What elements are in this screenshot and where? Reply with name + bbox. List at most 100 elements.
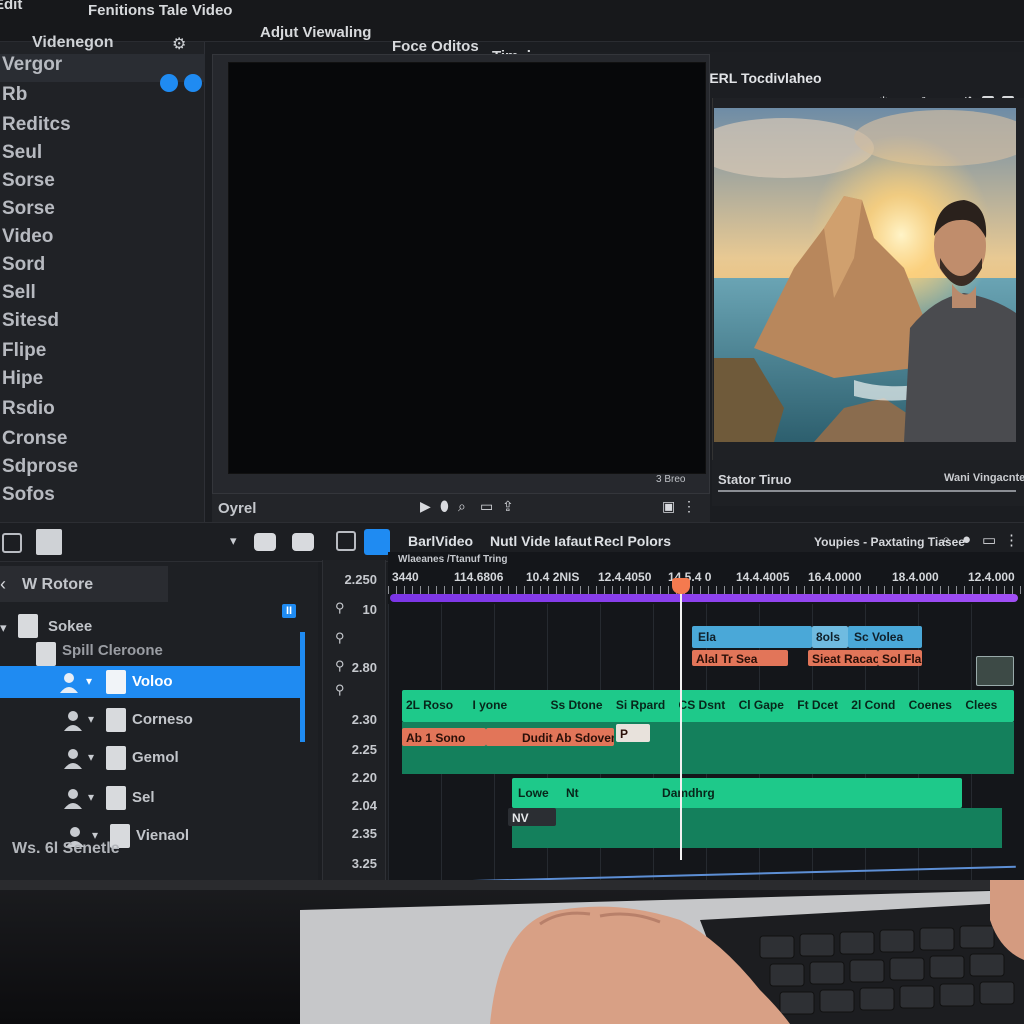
toolbar-label[interactable]: Nutl Vide Iafaut [490, 533, 592, 549]
library-item[interactable]: Sord [2, 254, 45, 276]
library-item[interactable]: Sorse [2, 170, 55, 192]
work-area-bar[interactable] [390, 594, 1018, 602]
audio-clip[interactable]: Alal Tr Sea [692, 650, 788, 666]
ruler-ticks[interactable] [388, 586, 1024, 594]
video-icon[interactable] [292, 533, 314, 551]
audio-clip[interactable]: Sieat Racao [808, 650, 878, 666]
settings-icon[interactable]: ▣ [662, 498, 675, 515]
track-headers: 2.250 10 ⚲ ⚲ 2.80 ⚲ ⚲ 2.30 2.25 2.20 2.0… [322, 560, 386, 880]
track-label: 2.35 [351, 826, 377, 841]
library-item[interactable]: Flipe [2, 340, 46, 362]
menu-project[interactable]: Fenitions Tale Video [88, 2, 232, 19]
status-dot-icon [160, 74, 178, 92]
tree-item-selected[interactable]: ▾ Voloo [0, 666, 305, 698]
video-clip[interactable]: Ela [692, 626, 812, 648]
playhead-line[interactable] [680, 582, 682, 860]
track-label: 2.80 [351, 660, 377, 675]
gear-icon[interactable]: ⚙ [172, 34, 186, 54]
tree-item[interactable]: ▾ Corneso [0, 704, 305, 736]
track-label: 2.25 [351, 742, 377, 757]
audio-clip[interactable]: Dudit Ab Sdoven [486, 728, 614, 746]
library-item[interactable]: Reditcs [2, 114, 71, 136]
file-icon [106, 708, 126, 732]
library-item[interactable]: Video [2, 226, 53, 248]
source-scrubber[interactable] [718, 490, 1016, 492]
crop-icon[interactable] [336, 531, 356, 551]
track-waveform[interactable] [512, 808, 1002, 848]
audio-clip[interactable]: Sol Flal [878, 650, 922, 666]
playhead-handle[interactable] [672, 578, 690, 594]
library-item[interactable]: Hipe [2, 368, 43, 390]
chevron-down-icon[interactable]: ▾ [88, 712, 94, 726]
library-item[interactable]: Sitesd [2, 310, 59, 332]
track-label: 10 [362, 602, 377, 617]
track-label: 2.04 [351, 798, 377, 813]
program-viewer[interactable] [228, 62, 706, 474]
user-icon [64, 711, 82, 731]
source-preview[interactable] [714, 108, 1016, 442]
play-icon[interactable]: ▶ [420, 498, 431, 515]
library-item[interactable]: Rb [2, 84, 27, 106]
thumbnail-clip[interactable] [976, 656, 1014, 686]
video-track-clip[interactable]: Lowe Nt Damdhrg [512, 778, 962, 808]
library-item[interactable]: Sdprose [2, 456, 78, 478]
audio-clip[interactable]: P [616, 724, 650, 742]
file-icon [106, 670, 126, 694]
track-label: 2.250 [344, 572, 377, 587]
document-icon[interactable] [36, 529, 62, 555]
record-icon[interactable]: ⬮ [440, 498, 449, 515]
user-icon [60, 673, 78, 693]
project-tree-panel: ‹ W Rotore II ▾ Sokee Spill Cleroone ▾ V… [0, 562, 318, 880]
video-track-clip[interactable]: 2L Roso I yone Ss Dtone Si Rpard CS Dsnt… [402, 690, 1014, 722]
library-item[interactable]: Vergor [2, 54, 62, 76]
program-footer-label: Oyrel [218, 500, 257, 517]
video-clip[interactable]: Sc Volea [848, 626, 922, 648]
frame-counter: 3 Breo [656, 474, 686, 485]
panel-icon[interactable] [2, 533, 22, 553]
source-right-label: Wani Vingacntel [944, 472, 1024, 484]
library-item[interactable]: Seul [2, 142, 42, 164]
tree-item[interactable]: ▾ Gemol [0, 742, 305, 774]
chevron-down-icon[interactable]: ▾ [88, 790, 94, 804]
search-icon[interactable]: ⌕ [942, 531, 950, 548]
menu-icon[interactable]: ⋮ [682, 498, 696, 515]
library-item[interactable]: Cronse [2, 428, 67, 450]
library-item[interactable]: Rsdio [2, 398, 55, 420]
ruler-label: 12.4.000 [968, 570, 1015, 584]
chevron-down-icon[interactable]: ▾ [86, 674, 92, 688]
toolbar-label[interactable]: Recl Polors [594, 533, 671, 549]
caption-icon[interactable]: ▭ [480, 498, 493, 515]
lock-icon[interactable]: ⚲ [335, 658, 345, 674]
title-clip[interactable]: NV [508, 808, 556, 826]
chat-icon[interactable]: ● [962, 531, 971, 548]
menu-effects[interactable]: Foce Oditos [392, 38, 479, 55]
library-item[interactable]: Sell [2, 282, 36, 304]
chevron-down-icon[interactable]: ▾ [230, 533, 237, 549]
tree-item-label: Gemol [132, 749, 179, 766]
tree-item-label: Voloo [132, 673, 173, 690]
menu-edit[interactable]: Edit [0, 0, 22, 13]
lock-icon[interactable]: ⚲ [335, 630, 345, 646]
video-clip[interactable]: 8ols [812, 626, 848, 648]
tree-sub-folder[interactable]: Spill Cleroone [62, 642, 163, 659]
menu-view[interactable]: Adjut Viewaling [260, 24, 371, 41]
export-icon[interactable]: ⇪ [502, 498, 514, 515]
window-icon[interactable]: ▭ [982, 531, 996, 549]
tree-root-folder[interactable]: Sokee [48, 618, 92, 635]
library-item[interactable]: Sorse [2, 198, 55, 220]
more-icon[interactable]: ⋮ [1004, 531, 1019, 549]
library-item[interactable]: Sofos [2, 484, 55, 506]
chevron-down-icon[interactable]: ▾ [88, 750, 94, 764]
user-icon [64, 749, 82, 769]
camera-icon[interactable] [254, 533, 276, 551]
lock-icon[interactable]: ⚲ [335, 600, 345, 616]
selection-tool-icon[interactable] [364, 529, 390, 555]
chevron-down-icon[interactable]: ▾ [0, 620, 7, 636]
toolbar-label[interactable]: BarlVideo [408, 533, 473, 549]
search-icon[interactable]: ⌕ [458, 498, 466, 515]
lock-icon[interactable]: ⚲ [335, 682, 345, 698]
audio-clip[interactable]: Ab 1 Sono [402, 728, 486, 746]
laptop-base [0, 875, 1024, 1024]
tree-item[interactable]: ▾ Sel [0, 782, 305, 814]
chevron-left-icon[interactable]: ‹ [0, 574, 6, 595]
